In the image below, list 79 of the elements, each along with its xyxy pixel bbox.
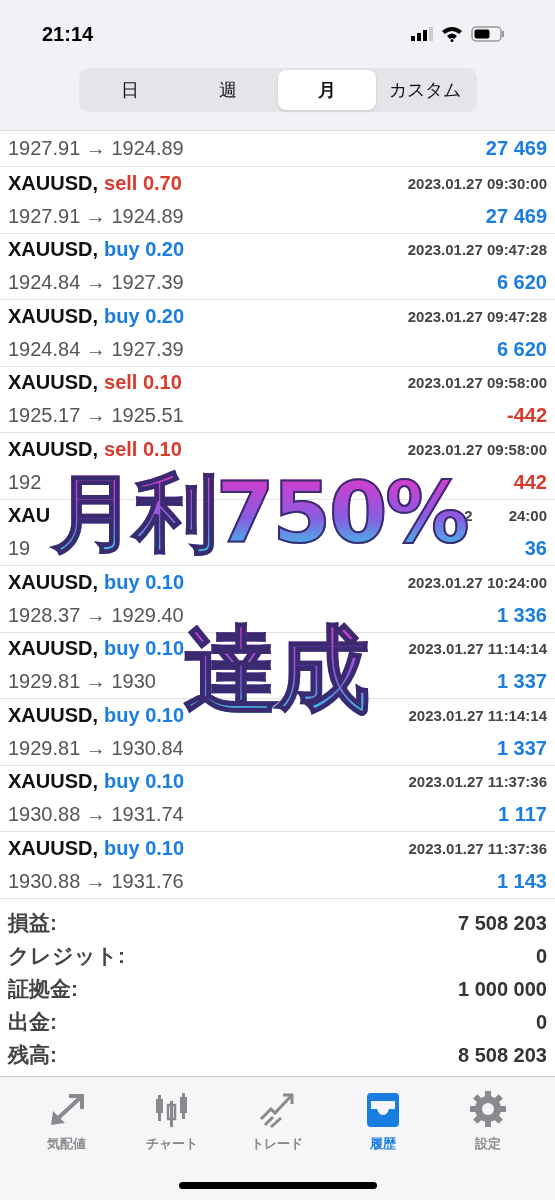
deal-time: 2023.01.27 11:14:14 (408, 640, 547, 658)
symbol-label: XAUUSD, (8, 437, 98, 461)
summary-value: 0 (535, 1010, 547, 1034)
price-range: 1928.37 → 1929.40 (8, 603, 184, 626)
profit-value: 36 (524, 537, 547, 561)
price-range: 1930.88 → 1931.76 (8, 869, 184, 893)
profit-value: 1 337 (496, 670, 547, 694)
deal-time: 2023.01.27 09:58:00 (407, 374, 547, 392)
profit-value: 6 620 (496, 271, 547, 295)
period-tab[interactable]: 月 (277, 70, 376, 110)
deal-time: 2023.01.27 10:24:00 (407, 573, 547, 591)
price-range: 1929.81 → 1930 (8, 670, 156, 694)
deal-time: 2023.01.27 09:30:00 (407, 174, 547, 192)
trade-type: buy 0.20 (104, 238, 185, 262)
profit-value: 6 620 (496, 337, 547, 361)
symbol-label: XAUUSD, (8, 836, 98, 860)
summary-label: 出金: (8, 1009, 57, 1035)
profit-value: 1 336 (496, 603, 547, 627)
symbol-label: XAUUSD, (8, 238, 98, 262)
profit-value: -442 (506, 404, 547, 428)
price-range: 1929.81 → 1930.84 (8, 736, 184, 760)
profit-value: 442 (513, 470, 547, 494)
price-range: 1924.84 → 1927.39 (8, 337, 184, 361)
battery-icon (471, 26, 505, 42)
price-range: 192 (8, 470, 42, 494)
price-range: 1927.91 → 1924.89 (8, 204, 184, 228)
signal-icon (411, 27, 433, 41)
summary-label: 損益: (8, 910, 57, 936)
profit-value: 1 117 (498, 803, 547, 827)
deal-time: 2023.01.27 11:37:36 (408, 773, 547, 791)
symbol-label: XAUUSD, (8, 570, 98, 594)
trade-type: sell 0.10 (104, 371, 182, 395)
summary-value: 8 508 203 (458, 1043, 547, 1067)
price-range: 1930.88 → 1931.74 (8, 803, 184, 827)
symbol-label: XAUUSD, (8, 637, 98, 661)
wifi-icon (441, 26, 463, 42)
profit-value: 27 469 (485, 137, 547, 160)
clock-time: 21:14 (42, 22, 94, 46)
price-range: 19 (8, 537, 31, 561)
period-tab[interactable]: 週 (179, 70, 278, 110)
profit-value: 1 337 (496, 736, 547, 760)
overlay-caption: 達成 (184, 623, 368, 717)
symbol-label: XAUUSD, (8, 703, 98, 727)
price-range: 1927.91 → 1924.89 (8, 137, 184, 160)
nav-tab[interactable]: 設定 (443, 1089, 534, 1153)
symbol-label: XAUUSD, (8, 371, 98, 395)
deal-time: 2023.01.27 09:47:28 (407, 241, 547, 259)
summary-value: 1 000 000 (458, 977, 547, 1001)
nav-tab[interactable]: 気配値 (21, 1089, 112, 1153)
trade-type: buy 0.10 (104, 770, 185, 794)
price-range: 1925.17 → 1925.51 (8, 404, 184, 428)
profit-value: 27 469 (485, 204, 547, 228)
deal-time: 24:00 (508, 507, 547, 525)
summary-value: 7 508 203 (458, 911, 547, 935)
trade-type: buy 0.10 (104, 637, 185, 660)
trade-type: buy 0.20 (104, 304, 185, 328)
trade-type: buy 0.10 (104, 836, 185, 860)
symbol-label: XAUUSD, (8, 770, 98, 794)
deal-time: 2023.01.27 09:58:00 (407, 440, 547, 458)
trade-type: sell 0.70 (104, 171, 182, 195)
summary-label: 残高: (8, 1042, 57, 1068)
period-tab[interactable]: カスタム (376, 70, 475, 110)
period-tab[interactable]: 日 (80, 70, 179, 110)
deal-time: 2023.01.27 11:37:36 (408, 839, 547, 857)
deal-time: 2023.01.27 11:14:14 (408, 706, 547, 724)
summary-label: クレジット: (8, 943, 125, 969)
symbol-label: XAUUSD, (8, 304, 98, 328)
nav-tab[interactable]: トレード (232, 1089, 323, 1153)
nav-tab[interactable]: チャート (127, 1089, 218, 1153)
price-range: 1924.84 → 1927.39 (8, 271, 184, 295)
symbol-label: XAUUSD, (8, 171, 98, 195)
summary-value: 0 (535, 944, 547, 968)
symbol-label: XAU (8, 504, 51, 528)
profit-value: 1 143 (496, 869, 547, 893)
deal-time: 2023.01.27 09:47:28 (407, 307, 547, 325)
nav-tab[interactable]: 履歴 (337, 1089, 428, 1153)
summary-label: 証拠金: (8, 976, 78, 1002)
trade-type: sell 0.10 (104, 437, 182, 461)
trade-type: buy 0.10 (104, 570, 185, 594)
